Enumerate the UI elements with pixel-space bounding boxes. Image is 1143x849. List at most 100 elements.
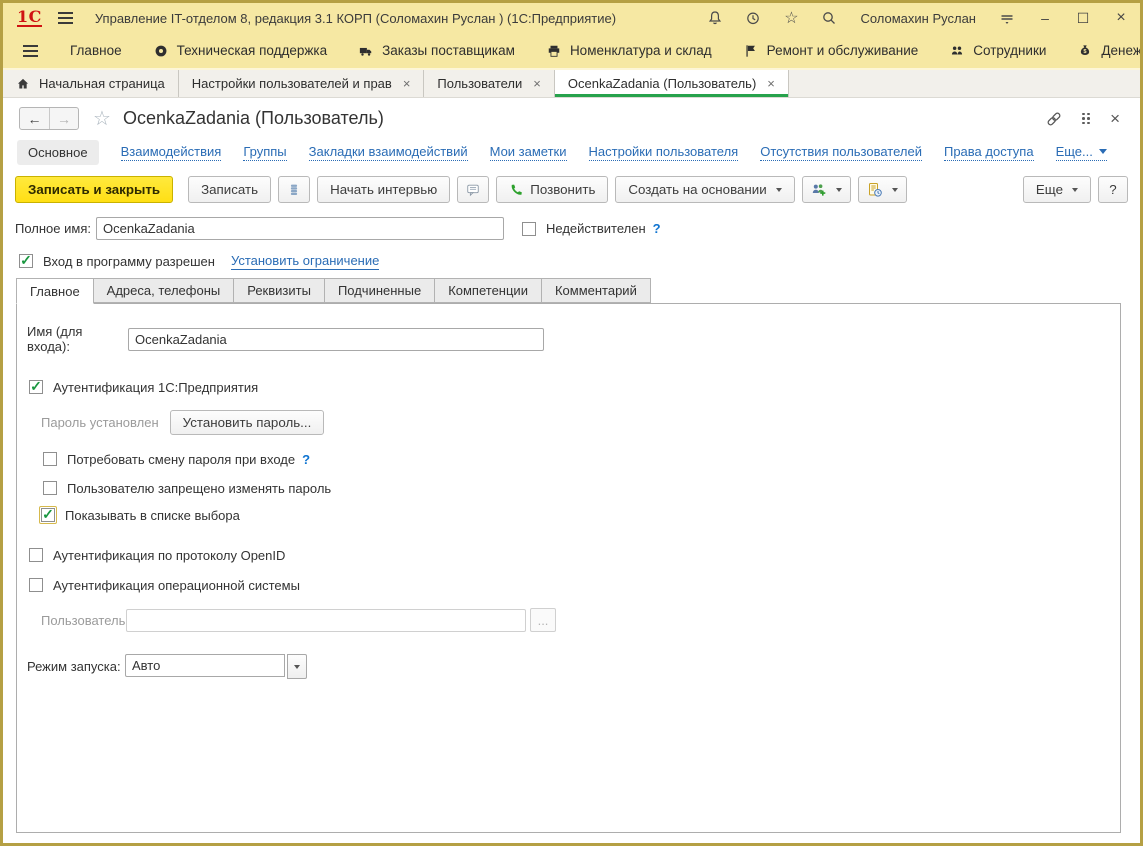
run-mode-input[interactable]: [125, 654, 285, 677]
user-form: ← → ☆ OcenkaZadania (Пользователь) × Осн…: [3, 98, 1140, 843]
printer-icon: [547, 44, 561, 58]
auth-os-label: Аутентификация операционной системы: [53, 578, 300, 593]
start-interview-button[interactable]: Начать интервью: [317, 176, 450, 203]
maximize-button[interactable]: ☐: [1074, 10, 1092, 27]
nav-main[interactable]: Основное: [17, 140, 99, 165]
auth-1c-label: Аутентификация 1С:Предприятия: [53, 380, 258, 395]
content-tab-subordinates[interactable]: Подчиненные: [325, 278, 435, 303]
show-in-choice-list-checkbox[interactable]: [41, 508, 55, 522]
content-tab-requisites[interactable]: Реквизиты: [234, 278, 325, 303]
tab-home[interactable]: Начальная страница: [3, 70, 179, 97]
get-link-icon[interactable]: [1046, 111, 1062, 127]
favorite-star-icon[interactable]: ☆: [93, 106, 111, 131]
comment-button[interactable]: [457, 176, 489, 203]
os-user-select-button[interactable]: ...: [530, 608, 556, 632]
tab-close-icon[interactable]: ×: [403, 76, 411, 91]
history-icon[interactable]: [744, 9, 762, 27]
nav-interactions[interactable]: Взаимодействия: [121, 144, 222, 161]
forbid-password-change-checkbox[interactable]: [43, 481, 57, 495]
save-and-close-button[interactable]: Записать и закрыть: [15, 176, 173, 203]
phone-icon: [509, 183, 523, 197]
create-based-on-button[interactable]: Создать на основании: [615, 176, 794, 203]
forbid-password-change-label: Пользователю запрещено изменять пароль: [67, 481, 331, 496]
password-set-label: Пароль установлен: [41, 415, 159, 430]
sections-menu-icon[interactable]: [23, 45, 38, 57]
forbid-change-row: Пользователю запрещено изменять пароль: [27, 479, 1110, 497]
tab-user-rights-settings[interactable]: Настройки пользователей и прав×: [179, 70, 425, 97]
full-name-input[interactable]: [96, 217, 504, 240]
content-tab-competencies[interactable]: Компетенции: [435, 278, 542, 303]
login-allowed-checkbox[interactable]: [19, 254, 33, 268]
section-repair-service[interactable]: Ремонт и обслуживание: [744, 43, 919, 58]
current-user-name[interactable]: Соломахин Руслан: [860, 11, 976, 26]
chevron-down-icon: [1099, 149, 1107, 154]
save-button[interactable]: Записать: [188, 176, 271, 203]
os-user-label: Пользователь:: [41, 613, 126, 628]
minimize-button[interactable]: –: [1036, 10, 1054, 26]
invalid-checkbox[interactable]: [522, 222, 536, 236]
add-user-menu-button[interactable]: [802, 176, 851, 203]
login-name-input[interactable]: [128, 328, 544, 351]
require-change-help-icon[interactable]: ?: [302, 452, 310, 467]
section-main[interactable]: Главное: [70, 43, 122, 58]
tab-close-icon[interactable]: ×: [767, 76, 775, 91]
settings-tune-icon[interactable]: [998, 9, 1016, 27]
content-tab-comment[interactable]: Комментарий: [542, 278, 651, 303]
form-toolbar: Записать и закрыть Записать Начать интер…: [3, 172, 1140, 211]
invalid-help-icon[interactable]: ?: [653, 221, 661, 236]
section-money[interactable]: $ Денеж: [1078, 43, 1140, 58]
section-tech-support[interactable]: Техническая поддержка: [154, 43, 328, 58]
form-title: OcenkaZadania (Пользователь): [123, 108, 384, 129]
nav-groups[interactable]: Группы: [243, 144, 286, 161]
form-header: ← → ☆ OcenkaZadania (Пользователь) ×: [3, 98, 1140, 133]
title-bar: 1С Управление IT-отделом 8, редакция 3.1…: [3, 3, 1140, 33]
back-button[interactable]: ←: [20, 108, 49, 129]
os-user-input[interactable]: [126, 609, 526, 632]
main-tab-panel: Имя (для входа): Аутентификация 1С:Предп…: [16, 303, 1121, 833]
sections-bar: Главное Техническая поддержка Заказы пос…: [3, 33, 1140, 70]
workspace-tab-bar: Начальная страница Настройки пользовател…: [3, 70, 1140, 98]
close-window-button[interactable]: ×: [1112, 9, 1130, 27]
people-icon: [950, 44, 964, 58]
set-password-button[interactable]: Установить пароль...: [170, 410, 325, 435]
content-tab-addresses[interactable]: Адреса, телефоны: [94, 278, 235, 303]
nav-my-notes[interactable]: Мои заметки: [490, 144, 567, 161]
more-button[interactable]: Еще: [1023, 176, 1091, 203]
tab-close-icon[interactable]: ×: [533, 76, 541, 91]
nav-user-settings[interactable]: Настройки пользователя: [589, 144, 739, 161]
section-supplier-orders[interactable]: Заказы поставщикам: [359, 43, 515, 58]
document-clock-icon: [867, 182, 883, 198]
auth-1c-row: Аутентификация 1С:Предприятия: [27, 378, 1110, 396]
run-mode-dropdown-button[interactable]: [287, 654, 307, 679]
tab-ocenkazadania-user[interactable]: OcenkaZadania (Пользователь)×: [555, 70, 789, 97]
login-name-row: Имя (для входа):: [27, 324, 1110, 354]
login-allowed-label: Вход в программу разрешен: [43, 254, 215, 269]
set-restriction-link[interactable]: Установить ограничение: [231, 253, 379, 270]
auth-openid-checkbox[interactable]: [29, 548, 43, 562]
search-icon[interactable]: [820, 9, 838, 27]
password-row: Пароль установлен Установить пароль...: [27, 410, 1110, 435]
main-menu-icon[interactable]: [58, 12, 73, 24]
help-button[interactable]: ?: [1098, 176, 1128, 203]
form-kebab-menu-icon[interactable]: [1082, 113, 1090, 125]
nav-more-menu[interactable]: Еще...: [1056, 144, 1107, 161]
favorites-star-icon[interactable]: ☆: [782, 9, 800, 27]
auth-os-checkbox[interactable]: [29, 578, 43, 592]
call-button[interactable]: Позвонить: [496, 176, 608, 203]
require-password-change-checkbox[interactable]: [43, 452, 57, 466]
section-employees[interactable]: Сотрудники: [950, 43, 1046, 58]
nav-access-rights[interactable]: Права доступа: [944, 144, 1034, 161]
show-in-list-button[interactable]: [278, 176, 310, 203]
add-user-icon: [811, 182, 827, 198]
content-tab-main[interactable]: Главное: [16, 278, 94, 304]
auth-1c-checkbox[interactable]: [29, 380, 43, 394]
form-close-icon[interactable]: ×: [1110, 109, 1120, 129]
nav-interaction-bookmarks[interactable]: Закладки взаимодействий: [309, 144, 468, 161]
schedule-document-menu-button[interactable]: [858, 176, 907, 203]
tab-users[interactable]: Пользователи×: [424, 70, 554, 97]
section-nomenclature[interactable]: Номенклатура и склад: [547, 43, 712, 58]
notifications-bell-icon[interactable]: [706, 9, 724, 27]
run-mode-combo: [125, 654, 307, 679]
nav-user-absences[interactable]: Отсутствия пользователей: [760, 144, 922, 161]
forward-button[interactable]: →: [49, 108, 78, 129]
